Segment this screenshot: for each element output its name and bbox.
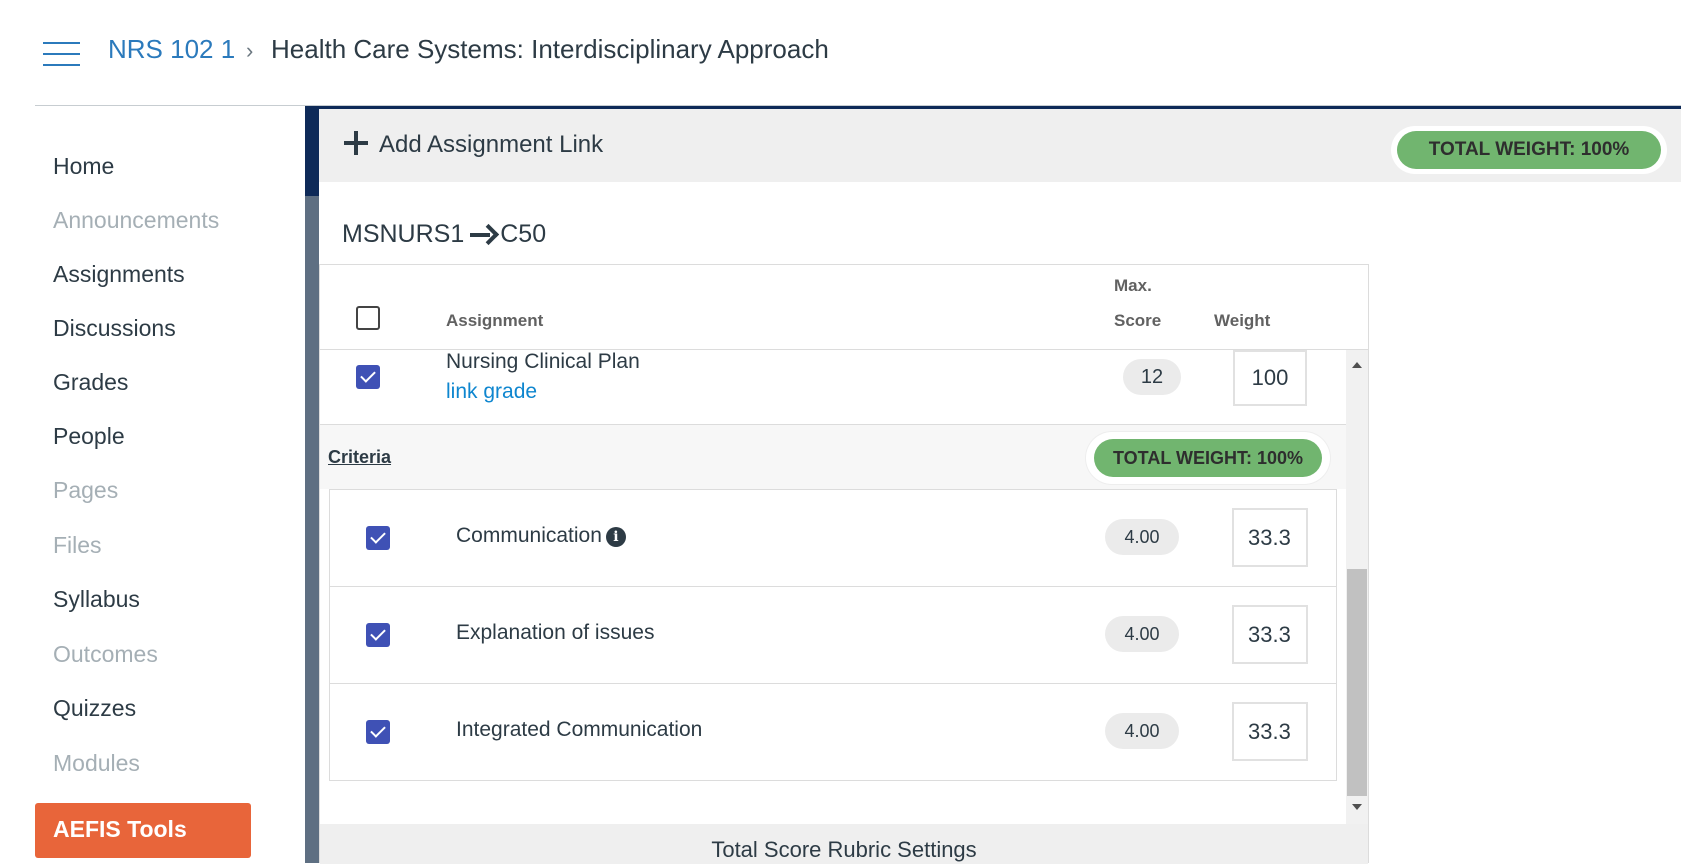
link-grade-link[interactable]: link grade [446,380,537,404]
max-score-badge: 12 [1123,359,1181,395]
table-row: Nursing Clinical Plan link grade 12 [320,350,1346,425]
criterion-checkbox[interactable] [366,720,390,744]
assignment-mapping-panel: Assignment Max. Score Weight Nursing Cli… [319,264,1369,864]
nav-item-discussions[interactable]: Discussions [53,315,176,342]
scroll-up-icon[interactable] [1352,362,1362,368]
assignment-checkbox[interactable] [356,365,380,389]
column-header-assignment: Assignment [446,311,544,330]
criterion-weight-input[interactable] [1232,605,1308,664]
plus-icon[interactable] [344,131,368,155]
column-header-score: Score [1114,311,1162,330]
tool-frame-border [305,106,319,863]
course-header: NRS 102 1 › Health Care Systems: Interdi… [0,0,1681,106]
criteria-bar: Criteria TOTAL WEIGHT: 100% [320,425,1346,489]
nav-item-syllabus[interactable]: Syllabus [53,586,140,613]
breadcrumb-chevron-icon: › [246,38,254,63]
add-assignment-link-button[interactable]: Add Assignment Link [379,131,603,159]
mapping-source: MSNURS1 [342,220,465,248]
criterion-name: Explanation of issues [456,621,655,644]
criteria-total-weight-badge: TOTAL WEIGHT: 100% [1094,439,1322,477]
table-header: Assignment Max. Score Weight [320,265,1368,350]
select-all-checkbox[interactable] [356,306,380,330]
mapping-target: C50 [500,220,547,248]
column-header-max: Max. [1114,276,1152,295]
rubric-settings-label: Total Score Rubric Settings [711,837,977,862]
nav-item-announcements[interactable]: Announcements [53,207,219,234]
assignment-weight-input[interactable] [1233,350,1307,406]
criterion-max-score: 4.00 [1105,616,1179,652]
info-icon[interactable]: i [605,527,626,547]
breadcrumb-course-link[interactable]: NRS 102 1 [108,34,235,65]
table-row: Integrated Communication 4.00 [330,684,1336,781]
column-header-weight: Weight [1214,311,1271,330]
nav-item-outcomes[interactable]: Outcomes [53,641,158,668]
assignment-toolbar: Add Assignment Link TOTAL WEIGHT: 100% [319,109,1681,182]
table-row: Explanation of issues 4.00 [330,587,1336,684]
criterion-weight-input[interactable] [1232,508,1308,567]
vertical-scrollbar[interactable] [1346,350,1368,824]
criteria-label: Criteria [328,447,392,467]
nav-item-aefis-tools[interactable]: AEFIS Tools [35,803,251,858]
criterion-weight-input[interactable] [1232,702,1308,761]
table-scroll-area[interactable]: Nursing Clinical Plan link grade 12 Crit… [320,350,1368,864]
rubric-settings-bar[interactable]: Total Score Rubric Settings [320,824,1368,864]
criterion-name: Integrated Communication [456,718,703,741]
scrollbar-thumb[interactable] [1347,569,1367,796]
nav-item-modules[interactable]: Modules [53,750,140,777]
mapping-heading: MSNURS1 C50 [342,220,546,249]
arrow-right-icon [470,226,494,244]
page-title: Health Care Systems: Interdisciplinary A… [271,34,829,64]
assignment-title: Nursing Clinical Plan [446,350,640,373]
nav-item-assignments[interactable]: Assignments [53,261,185,288]
criterion-max-score: 4.00 [1105,519,1179,555]
nav-item-files[interactable]: Files [53,532,102,559]
criterion-name-text: Communication [456,524,602,547]
course-navigation: Home Announcements Assignments Discussio… [0,106,305,863]
criterion-max-score: 4.00 [1105,713,1179,749]
criterion-checkbox[interactable] [366,526,390,550]
nav-item-grades[interactable]: Grades [53,369,128,396]
criterion-name: Communication i [456,524,626,548]
scroll-down-icon[interactable] [1352,804,1362,810]
criteria-table: Communicationi 4.00 Explanation of issue… [329,489,1337,781]
total-weight-badge: TOTAL WEIGHT: 100% [1397,131,1661,169]
nav-item-pages[interactable]: Pages [53,477,118,504]
nav-item-home[interactable]: Home [53,153,114,180]
table-row: Communication i 4.00 [330,490,1336,587]
menu-hamburger-icon[interactable] [43,42,80,68]
nav-item-people[interactable]: People [53,423,125,450]
criterion-checkbox[interactable] [366,623,390,647]
nav-item-quizzes[interactable]: Quizzes [53,695,136,722]
tool-frame-accent [305,106,319,196]
